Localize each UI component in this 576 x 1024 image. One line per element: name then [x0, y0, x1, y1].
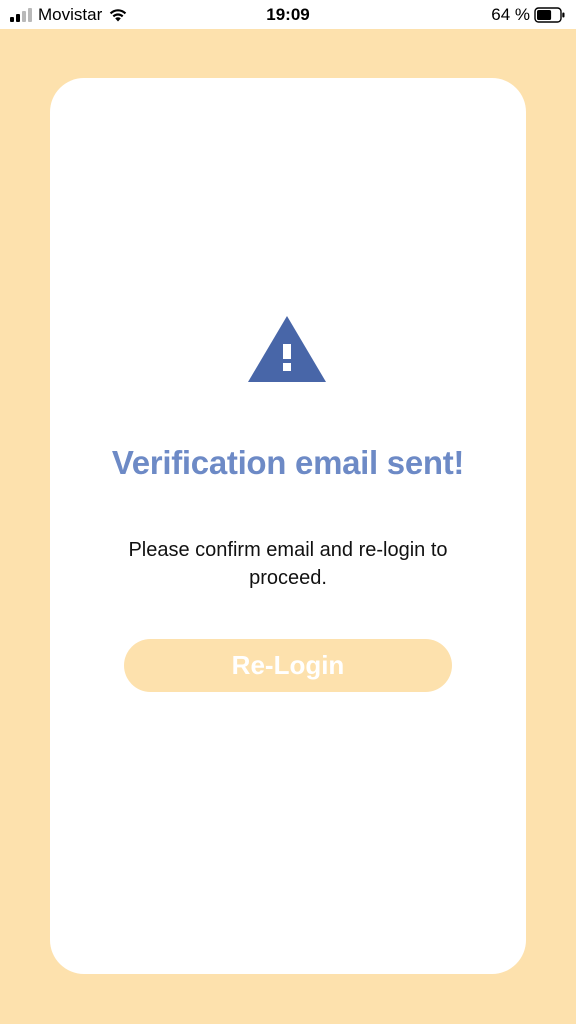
status-bar-right: 64 % [386, 5, 566, 25]
warning-exclamation-dot [283, 363, 291, 371]
wifi-icon [110, 9, 127, 22]
carrier-name: Movistar [38, 4, 103, 24]
signal-icon [10, 7, 32, 22]
warning-exclamation-bar [283, 344, 291, 359]
battery-icon [534, 6, 565, 23]
battery-percent: 64 % [491, 4, 530, 24]
dialog-message: Please confirm email and re-login to pro… [128, 539, 448, 589]
status-bar: Movistar 19:09 64 % [0, 0, 576, 29]
dialog-title: Verification email sent! [111, 444, 465, 481]
verification-card: Verification email sent! Please confirm … [50, 78, 526, 974]
status-bar-left: Movistar [10, 5, 190, 25]
screen: Movistar 19:09 64 % Verification email s… [0, 0, 576, 1024]
relogin-button[interactable]: Re-Login [124, 639, 452, 692]
warning-icon [248, 316, 326, 382]
